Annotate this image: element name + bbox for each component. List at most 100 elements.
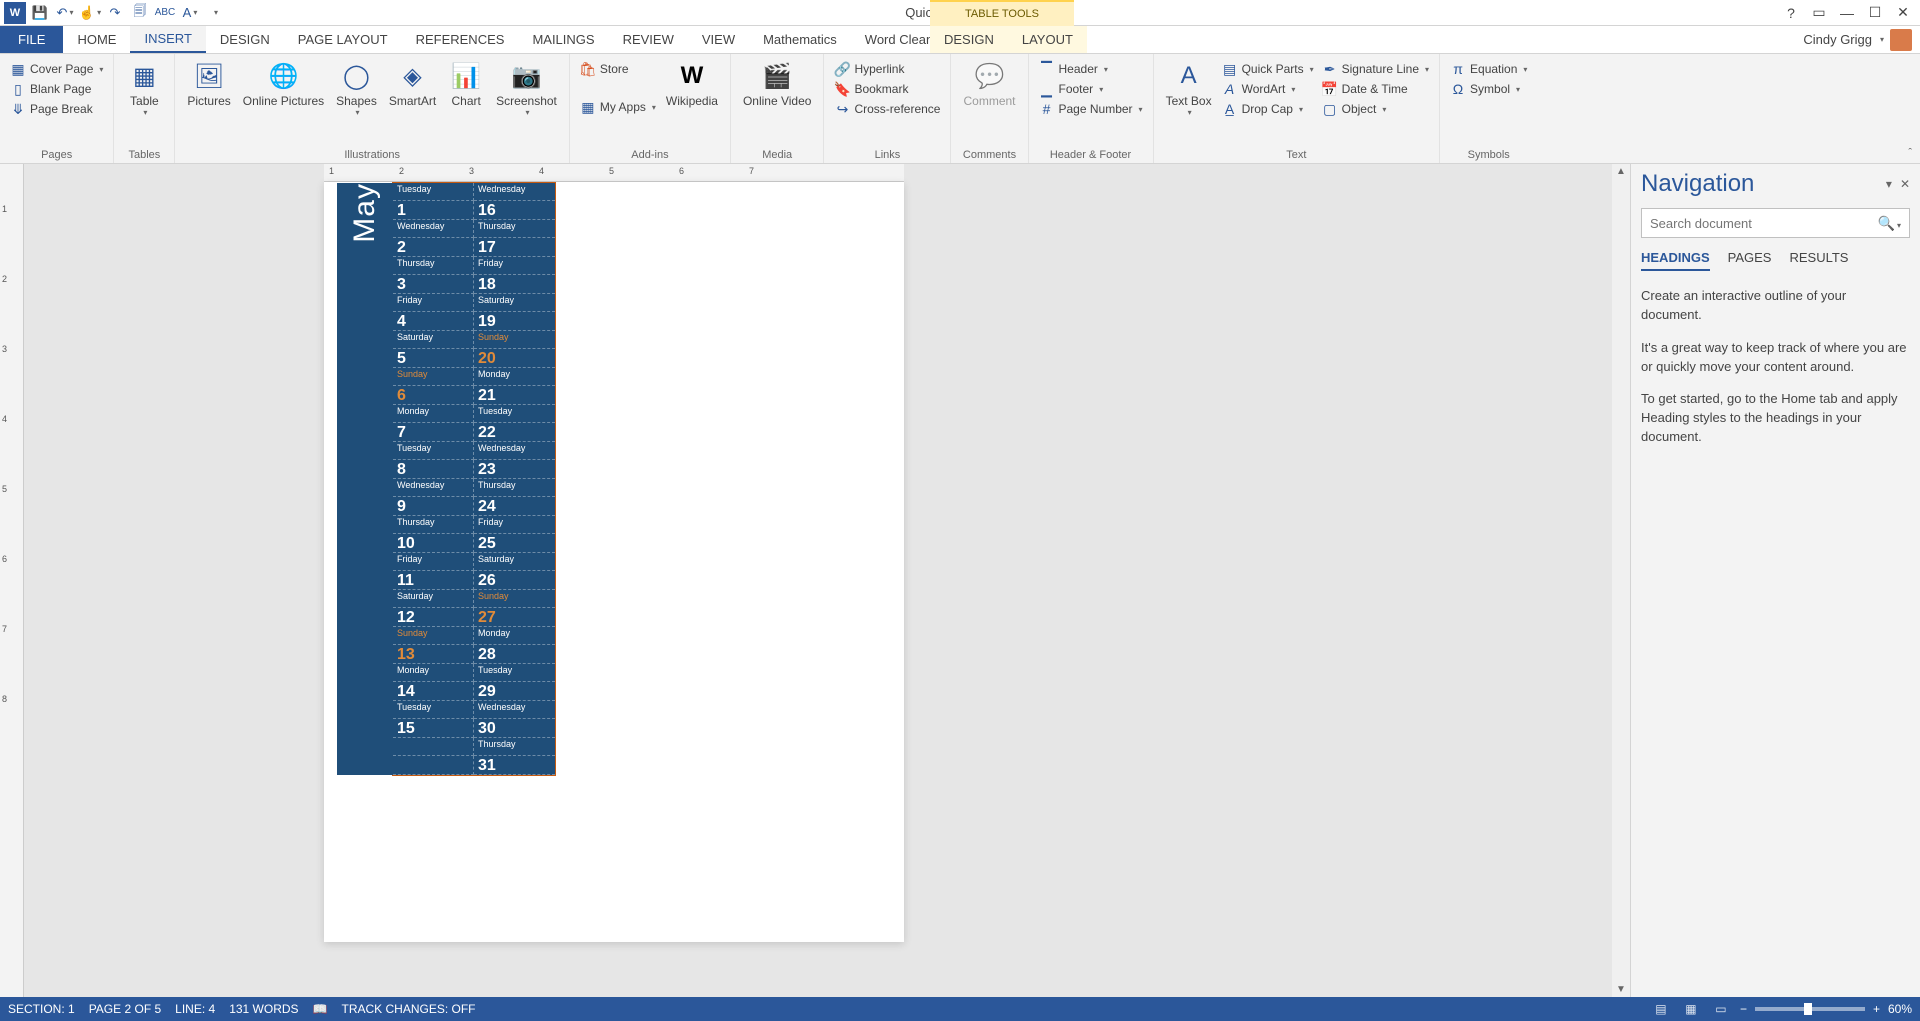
tab-home[interactable]: HOME [63,26,130,53]
maximize-icon[interactable]: ☐ [1862,3,1888,23]
scroll-up-icon[interactable]: ▲ [1614,164,1628,179]
online-pictures-button[interactable]: 🌐Online Pictures [237,58,330,110]
calendar-day-number[interactable]: 30 [474,719,555,738]
user-account[interactable]: Cindy Grigg▾ [1803,26,1920,53]
shapes-button[interactable]: ◯Shapes▾ [330,58,383,119]
status-page[interactable]: PAGE 2 OF 5 [89,1002,161,1016]
tab-insert[interactable]: INSERT [130,26,205,53]
word-icon[interactable]: W [4,2,26,24]
object-button[interactable]: ▢Object▾ [1318,100,1433,118]
tab-references[interactable]: REFERENCES [402,26,519,53]
hyperlink-button[interactable]: 🔗Hyperlink [830,60,944,78]
text-box-button[interactable]: AText Box▾ [1160,58,1218,119]
nav-tab-pages[interactable]: PAGES [1728,250,1772,271]
tab-mathematics[interactable]: Mathematics [749,26,851,53]
calendar-day-number[interactable]: 3 [393,275,474,294]
zoom-out-icon[interactable]: − [1740,1002,1747,1016]
wikipedia-button[interactable]: WWikipedia [660,58,724,110]
close-icon[interactable]: ✕ [1890,3,1916,23]
calendar-day-number[interactable]: 28 [474,645,555,664]
font-color-icon[interactable]: A▾ [179,2,201,24]
document-page[interactable]: May TuesdayWednesday116WednesdayThursday… [324,182,904,942]
calendar-day-number[interactable]: 10 [393,534,474,553]
help-icon[interactable]: ? [1778,3,1804,23]
tab-tabletools-design[interactable]: DESIGN [930,26,1008,53]
calendar-day-number[interactable]: 29 [474,682,555,701]
calendar-day-number[interactable]: 20 [474,349,555,368]
calendar-day-number[interactable]: 16 [474,201,555,220]
calendar-table[interactable]: May TuesdayWednesday116WednesdayThursday… [392,182,556,776]
equation-button[interactable]: πEquation▾ [1446,60,1531,78]
calendar-day-number[interactable]: 4 [393,312,474,331]
calendar-day-number[interactable]: 31 [474,756,555,775]
tab-mailings[interactable]: MAILINGS [518,26,608,53]
print-preview-icon[interactable]: 🗐 [129,2,151,24]
tab-view[interactable]: VIEW [688,26,749,53]
symbol-button[interactable]: ΩSymbol▾ [1446,80,1531,98]
calendar-day-number[interactable]: 19 [474,312,555,331]
nav-search[interactable]: 🔍▾ [1641,208,1910,238]
search-input[interactable] [1642,216,1870,231]
ribbon-display-icon[interactable]: ▭ [1806,3,1832,23]
signature-line-button[interactable]: ✒Signature Line▾ [1318,60,1433,78]
status-track-changes[interactable]: TRACK CHANGES: OFF [342,1002,476,1016]
calendar-day-number[interactable]: 26 [474,571,555,590]
cross-reference-button[interactable]: ↪Cross-reference [830,100,944,118]
redo-icon[interactable]: ↷ [104,2,126,24]
status-line[interactable]: LINE: 4 [175,1002,215,1016]
calendar-day-number[interactable]: 11 [393,571,474,590]
view-web-icon[interactable]: ▭ [1710,1000,1732,1018]
bookmark-button[interactable]: 🔖Bookmark [830,80,944,98]
calendar-day-number[interactable]: 14 [393,682,474,701]
status-section[interactable]: SECTION: 1 [8,1002,75,1016]
calendar-day-number[interactable]: 1 [393,201,474,220]
calendar-day-number[interactable]: 8 [393,460,474,479]
page-break-button[interactable]: ⤋Page Break [6,100,107,118]
nav-tab-results[interactable]: RESULTS [1789,250,1848,271]
calendar-day-number[interactable]: 7 [393,423,474,442]
calendar-day-number[interactable]: 15 [393,719,474,738]
zoom-in-icon[interactable]: + [1873,1002,1880,1016]
search-icon[interactable]: 🔍▾ [1870,215,1909,232]
calendar-day-number[interactable] [393,756,474,775]
calendar-day-number[interactable]: 13 [393,645,474,664]
tab-review[interactable]: REVIEW [609,26,688,53]
minimize-icon[interactable]: — [1834,3,1860,23]
calendar-day-number[interactable]: 12 [393,608,474,627]
blank-page-button[interactable]: ▯Blank Page [6,80,107,98]
tab-tabletools-layout[interactable]: LAYOUT [1008,26,1087,53]
view-read-icon[interactable]: ▤ [1650,1000,1672,1018]
date-time-button[interactable]: 📅Date & Time [1318,80,1433,98]
wordart-button[interactable]: AWordArt▾ [1218,80,1318,98]
screenshot-button[interactable]: 📷Screenshot▾ [490,58,563,119]
cover-page-button[interactable]: ▦Cover Page▾ [6,60,107,78]
calendar-day-number[interactable]: 27 [474,608,555,627]
status-proofing-icon[interactable]: 📖 [313,1002,328,1016]
table-button[interactable]: ▦Table▾ [120,58,168,119]
calendar-day-number[interactable]: 6 [393,386,474,405]
chart-button[interactable]: 📊Chart [442,58,490,110]
calendar-day-number[interactable]: 24 [474,497,555,516]
calendar-day-number[interactable]: 23 [474,460,555,479]
calendar-day-number[interactable]: 18 [474,275,555,294]
calendar-day-number[interactable]: 25 [474,534,555,553]
header-button[interactable]: ▔Header▾ [1035,60,1147,78]
tab-file[interactable]: FILE [0,26,63,53]
nav-tab-headings[interactable]: HEADINGS [1641,250,1710,271]
tab-design[interactable]: DESIGN [206,26,284,53]
undo-icon[interactable]: ↶▾ [54,2,76,24]
zoom-level[interactable]: 60% [1888,1002,1912,1016]
page-number-button[interactable]: #Page Number▾ [1035,100,1147,118]
nav-dropdown-icon[interactable]: ▾ [1886,177,1892,191]
calendar-day-number[interactable]: 5 [393,349,474,368]
quick-parts-button[interactable]: ▤Quick Parts▾ [1218,60,1318,78]
online-video-button[interactable]: 🎬Online Video [737,58,818,110]
calendar-day-number[interactable]: 2 [393,238,474,257]
comment-button[interactable]: 💬Comment [957,58,1021,110]
calendar-day-number[interactable]: 17 [474,238,555,257]
calendar-day-number[interactable]: 9 [393,497,474,516]
collapse-ribbon-icon[interactable]: ˆ [1908,147,1912,159]
smartart-button[interactable]: ◈SmartArt [383,58,442,110]
vertical-scrollbar[interactable]: ▲ ▼ [1612,164,1630,997]
qat-customize-icon[interactable]: ▾ [204,2,226,24]
